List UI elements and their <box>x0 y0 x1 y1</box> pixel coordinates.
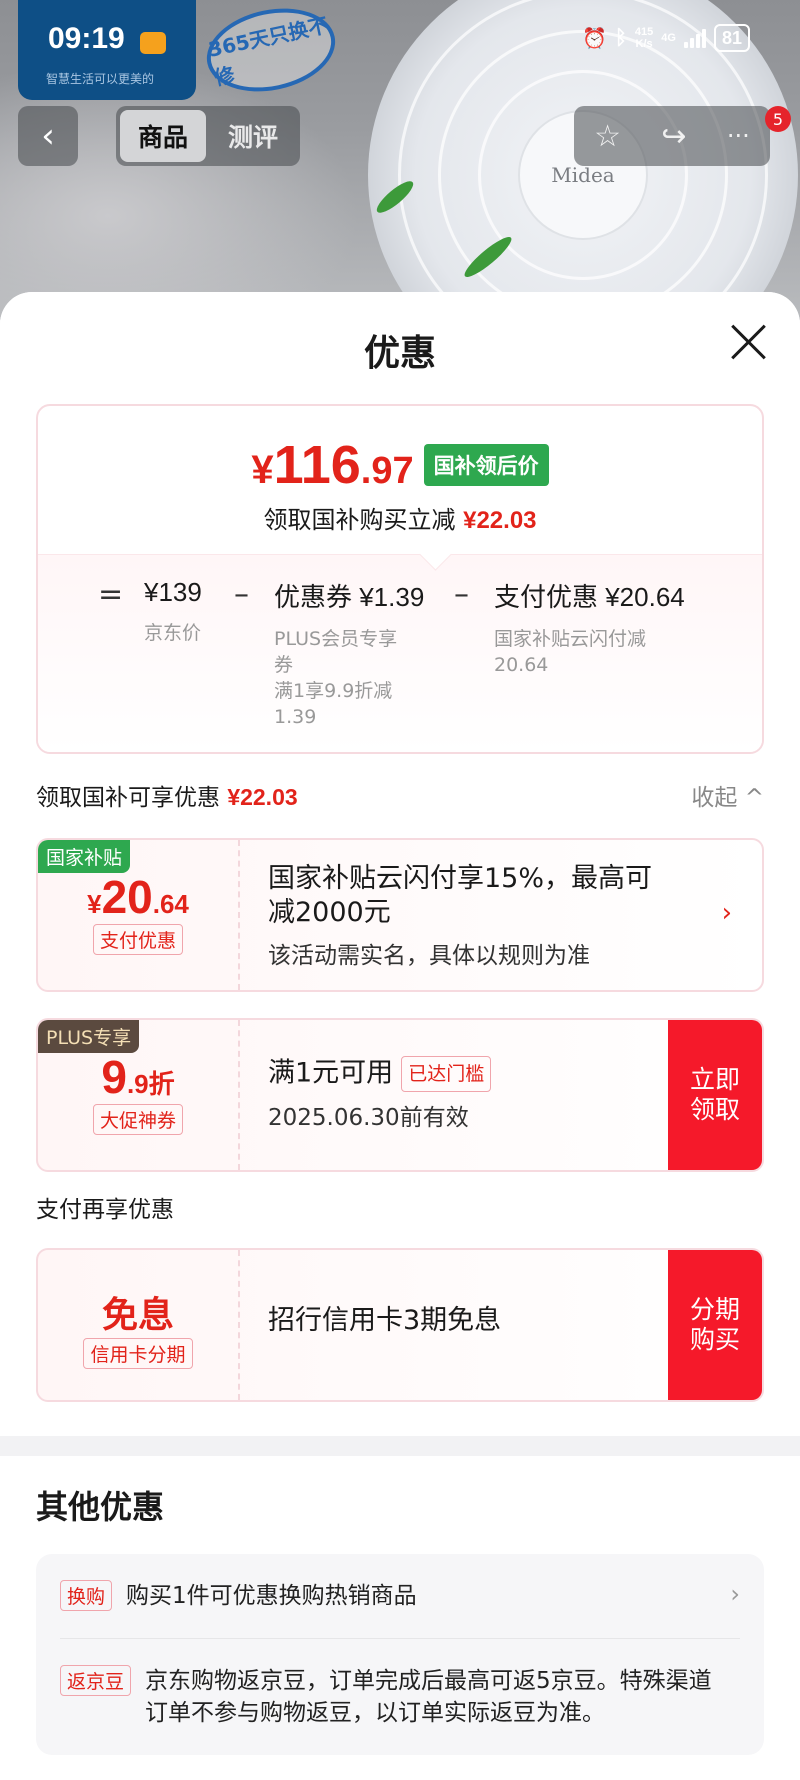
interest-free-label: 免息 <box>101 1294 174 1335</box>
plus-coupon-card: PLUS专享 9.9折 大促神券 满1元可用 已达门槛 2025.06.30前有效… <box>36 1018 764 1172</box>
top-right-actions: ☆ ↪ ··· <box>574 106 770 166</box>
final-price-tag: 国补领后价 <box>423 444 549 486</box>
page-tabs: 商品 测评 <box>116 106 300 166</box>
coupon-badge: 国家补贴 <box>38 840 131 873</box>
reduce-summary: 领取国补购买立减 ¥22.03 <box>263 506 537 534</box>
price-summary-card: ¥116.97 国补领后价 领取国补购买立减 ¥22.03 = ¥139 京东价… <box>36 404 764 754</box>
subsidy-coupon-card[interactable]: 国家补贴 ¥20.64 支付优惠 国家补贴云闪付享15%，最高可减2000元 该… <box>36 838 764 992</box>
close-icon[interactable] <box>728 322 768 362</box>
collapse-button[interactable]: 收起 ^ <box>691 778 764 812</box>
coupon-amount: ¥20.64 <box>87 871 189 923</box>
notification-count-badge: 5 <box>765 106 791 132</box>
coupon-value-section: PLUS专享 9.9折 大促神券 <box>38 1020 240 1170</box>
share-icon[interactable]: ↪ <box>661 119 686 154</box>
tab-review[interactable]: 测评 <box>210 110 296 162</box>
installment-tag: 信用卡分期 <box>83 1338 193 1369</box>
network-speed: 415 K/s <box>634 26 654 50</box>
back-arrow-icon: ‹ <box>41 116 55 156</box>
network-type: 4G <box>661 32 676 44</box>
available-discount-row: 领取国补可享优惠 ¥22.03 收起 ^ <box>0 754 800 838</box>
coupon-type-tag: 大促神券 <box>92 1104 183 1135</box>
installment-value-section: 免息 信用卡分期 <box>38 1250 240 1400</box>
payment-section-label: 支付再享优惠 <box>36 1197 174 1223</box>
alarm-icon: ⏰ <box>582 27 607 50</box>
jingdou-text: 京东购物返京豆，订单完成后最高可返5京豆。特殊渠道订单不参与购物返豆，以订单实际… <box>145 1668 712 1726</box>
payment-section-label-row: 支付再享优惠 <box>0 1172 800 1248</box>
coupon-type-tag: 支付优惠 <box>92 924 183 955</box>
product-hero-image: Midea 09:19 智慧生活可以更美的 365天只换不修 ⏰ ᛒ 415 K/… <box>0 0 800 320</box>
signal-icon <box>683 28 706 48</box>
status-slogan: 智慧生活可以更美的 <box>46 72 155 86</box>
jingdou-tag: 返京豆 <box>60 1665 132 1696</box>
other-discounts-title: 其他优惠 <box>36 1488 165 1526</box>
payment-block: 支付优惠 ¥20.64 国家补贴云闪付减 20.64 <box>494 582 685 676</box>
status-time: 09:19 <box>48 22 125 55</box>
claim-coupon-button[interactable]: 立即领取 <box>668 1020 762 1170</box>
chevron-right-icon: › <box>721 898 732 928</box>
sheet-title: 优惠 <box>363 333 436 374</box>
final-price: ¥116.97 <box>251 435 414 495</box>
status-icons: ⏰ ᛒ 415 K/s 4G 81 <box>582 24 750 52</box>
bluetooth-icon: ᛒ <box>614 26 627 49</box>
tab-product[interactable]: 商品 <box>120 110 206 162</box>
chevron-up-icon: ^ <box>744 785 764 811</box>
favorite-star-icon[interactable]: ☆ <box>594 119 621 154</box>
final-price-area: ¥116.97 国补领后价 领取国补购买立减 ¥22.03 <box>38 406 762 554</box>
trade-in-tag: 换购 <box>60 1580 113 1611</box>
coupon-value-section: 国家补贴 ¥20.64 支付优惠 <box>38 840 240 990</box>
available-label: 领取国补可享优惠 ¥22.03 <box>36 784 298 811</box>
coupon-block: 优惠券 ¥1.39 PLUS会员专享 券 满1享9.9折减 1.39 <box>274 582 425 728</box>
trade-in-row[interactable]: 换购 购买1件可优惠换购热销商品 › <box>60 1554 740 1638</box>
sheet-content: 优惠 ¥116.97 国补领后价 领取国补购买立减 ¥22.03 = ¥139 <box>0 292 800 1436</box>
trade-in-text: 购买1件可优惠换购热销商品 <box>126 1583 417 1609</box>
coupon-badge: PLUS专享 <box>38 1020 140 1053</box>
installment-buy-button[interactable]: 分期购买 <box>668 1250 762 1400</box>
coupon-description: 国家补贴云闪付享15%，最高可减2000元 该活动需实名，具体以规则为准 <box>268 863 653 969</box>
other-discounts-card: 换购 购买1件可优惠换购热销商品 › 返京豆 京东购物返京豆，订单完成后最高可返… <box>36 1554 764 1755</box>
chevron-right-icon: › <box>730 1580 740 1608</box>
discount-bottom-sheet: 优惠 ¥116.97 国补领后价 领取国补购买立减 ¥22.03 = ¥139 <box>0 292 800 1780</box>
back-button[interactable]: ‹ <box>18 106 78 166</box>
other-discounts-section: 其他优惠 换购 购买1件可优惠换购热销商品 › 返京豆 京东购物返京豆，订单完成… <box>0 1456 800 1780</box>
coupon-description: 满1元可用 已达门槛 2025.06.30前有效 <box>268 1056 662 1132</box>
more-icon[interactable]: ··· <box>727 122 750 150</box>
installment-description: 招行信用卡3期免息 <box>268 1305 502 1336</box>
installment-card: 免息 信用卡分期 招行信用卡3期免息 分期购买 <box>36 1248 764 1402</box>
price-breakdown: = ¥139 京东价 – 优惠券 ¥1.39 PLUS会员专享 券 满1享9.9… <box>38 554 762 752</box>
threshold-reached-tag: 已达门槛 <box>401 1056 492 1092</box>
battery-indicator: 81 <box>713 24 750 52</box>
app-notification-icon <box>140 32 166 54</box>
jingdou-row: 返京豆 京东购物返京豆，订单完成后最高可返5京豆。特殊渠道订单不参与购物返豆，以… <box>60 1638 740 1755</box>
coupon-discount: 9.9折 <box>101 1051 175 1103</box>
jd-price-block: ¥139 京东价 <box>144 577 202 644</box>
